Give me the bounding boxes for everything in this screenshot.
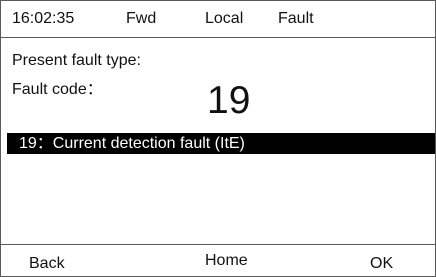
- status-drive-state: Fault: [278, 10, 314, 27]
- back-button[interactable]: Back: [29, 255, 65, 273]
- status-bar: 16:02:35 Fwd Local Fault: [1, 1, 435, 38]
- home-button[interactable]: Home: [205, 252, 248, 270]
- status-time: 16:02:35: [12, 10, 75, 27]
- status-control-mode: Local: [205, 10, 244, 27]
- ok-button[interactable]: OK: [370, 255, 393, 273]
- keypad-display-screen: 16:02:35 Fwd Local Fault Present fault t…: [0, 0, 436, 277]
- softkey-bar: Back Home OK: [1, 244, 435, 277]
- status-run-direction: Fwd: [126, 10, 157, 27]
- fault-code-value: 19: [207, 79, 251, 122]
- fault-code-label: Fault code：: [12, 81, 103, 98]
- fault-description: 19：Current detection fault (ItE): [19, 135, 245, 152]
- present-fault-type-label: Present fault type:: [12, 52, 141, 69]
- fault-list-item-selected[interactable]: 19：Current detection fault (ItE): [7, 133, 435, 154]
